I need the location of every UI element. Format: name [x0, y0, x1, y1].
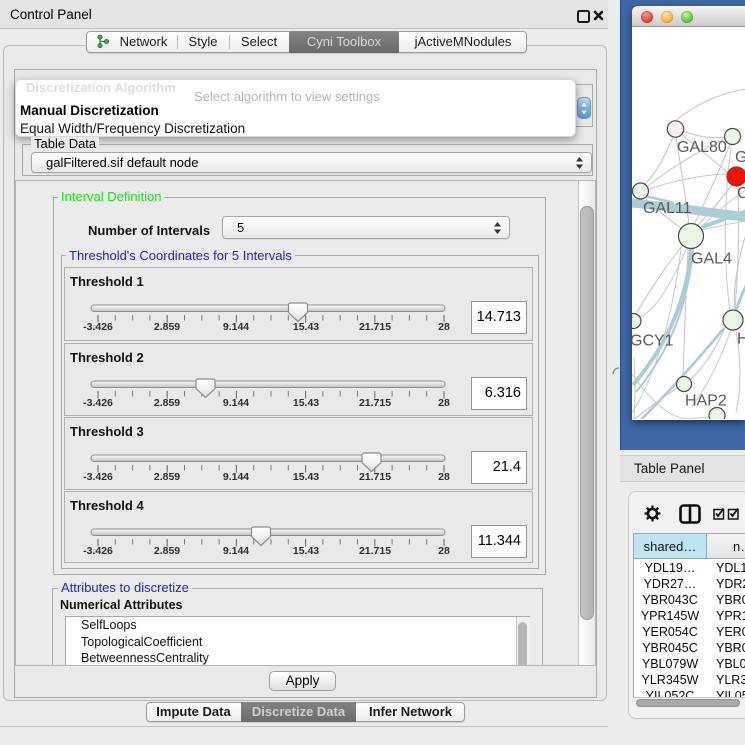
svg-text:GAL11: GAL11	[643, 200, 692, 217]
svg-text:HAP2: HAP2	[685, 393, 727, 410]
svg-text:C: C	[737, 185, 745, 202]
svg-text:GCY1: GCY1	[632, 333, 674, 350]
svg-text:GA: GA	[735, 149, 745, 166]
svg-text:H: H	[737, 331, 745, 348]
svg-text:GAL80: GAL80	[677, 139, 727, 156]
svg-text:GAL4: GAL4	[691, 251, 732, 268]
